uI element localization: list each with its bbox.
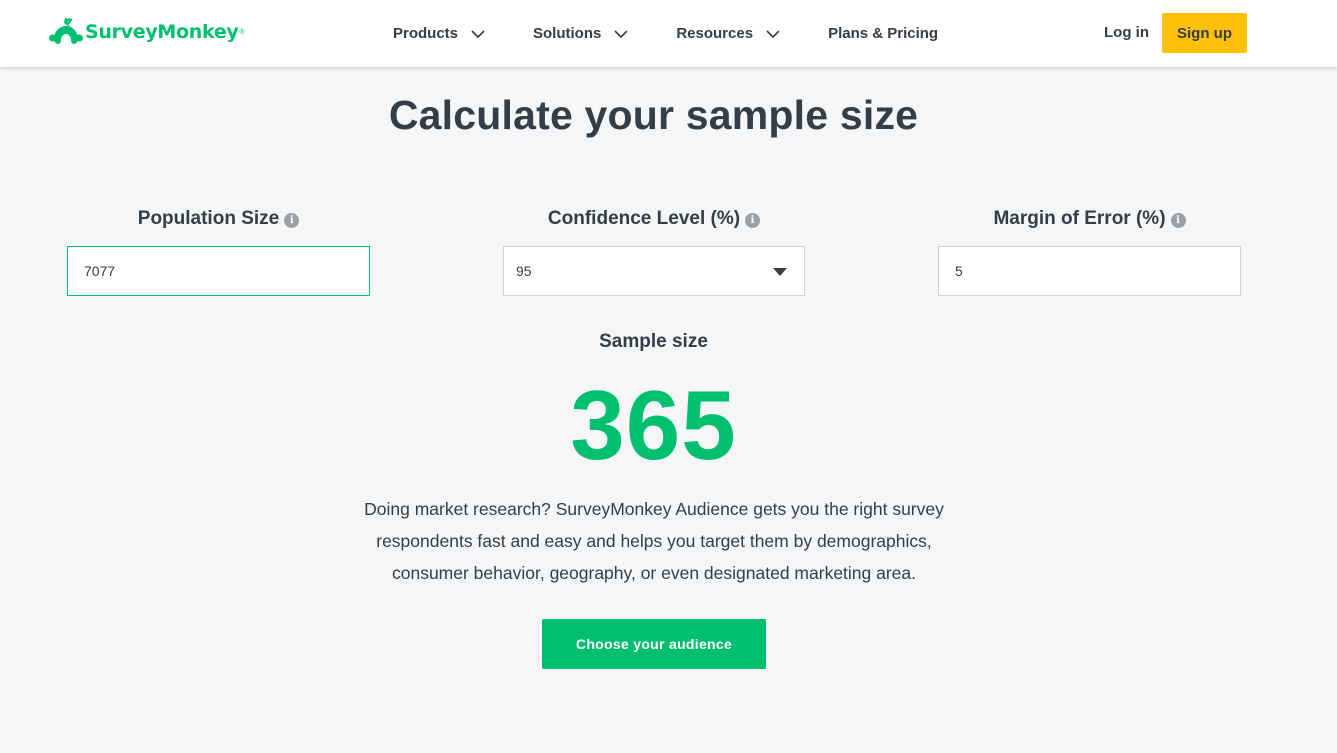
audience-description-line: respondents fast and easy and helps you … [376, 531, 932, 551]
logo-wordmark: SurveyMonkey [85, 21, 239, 43]
page-title: Calculate your sample size [388, 92, 919, 138]
sample-size-value: 365 [570, 370, 737, 480]
margin-of-error-label-text: Margin of Error (%) [993, 208, 1166, 229]
logo-registered-mark: ® [239, 28, 245, 36]
confidence-level-value: 95 [516, 263, 532, 279]
monkey-logo-icon [49, 17, 83, 44]
info-icon[interactable]: i [1170, 212, 1186, 228]
population-size-value: 7077 [84, 263, 116, 279]
population-size-label-text: Population Size [137, 208, 280, 229]
chevron-down-icon [614, 29, 628, 38]
info-icon[interactable]: i [745, 212, 761, 228]
confidence-level-label: Confidence Level (%) i [503, 208, 805, 230]
nav-item-label: Resources [676, 25, 754, 42]
signup-button[interactable]: Sign up [1162, 13, 1247, 53]
site-header: SurveyMonkey ® Products Solutions Resourc… [0, 0, 1337, 67]
margin-of-error-input[interactable]: 5 [938, 246, 1241, 296]
main-nav: Products Solutions Resources Plans & Pri… [393, 0, 986, 67]
confidence-level-label-text: Confidence Level (%) [547, 208, 741, 229]
surveymonkey-logo[interactable]: SurveyMonkey ® [48, 17, 245, 47]
login-link[interactable]: Log in [1104, 24, 1149, 41]
margin-of-error-value: 5 [955, 263, 963, 279]
audience-description-line: Doing market research? SurveyMonkey Audi… [364, 499, 944, 519]
population-size-label: Population Size i [67, 208, 370, 230]
nav-item-label: Plans & Pricing [828, 25, 939, 42]
nav-item-solutions[interactable]: Solutions [533, 25, 628, 42]
choose-audience-button[interactable]: Choose your audience [542, 619, 766, 669]
nav-item-label: Products [393, 25, 459, 42]
info-icon[interactable]: i [284, 212, 300, 228]
nav-item-label: Solutions [533, 25, 602, 42]
chevron-down-icon [471, 29, 485, 38]
confidence-level-select[interactable]: 95 [503, 246, 805, 296]
audience-description: Doing market research? SurveyMonkey Audi… [354, 493, 954, 589]
chevron-down-icon [766, 29, 780, 38]
caret-down-icon [773, 268, 787, 276]
audience-description-line: consumer behavior, geography, or even de… [391, 563, 917, 583]
nav-item-products[interactable]: Products [393, 25, 485, 42]
nav-item-resources[interactable]: Resources [676, 25, 780, 42]
sample-size-label: Sample size [599, 331, 708, 352]
margin-of-error-label: Margin of Error (%) i [938, 208, 1241, 230]
population-size-input[interactable]: 7077 [67, 246, 370, 296]
nav-item-plans-pricing[interactable]: Plans & Pricing [828, 25, 938, 42]
